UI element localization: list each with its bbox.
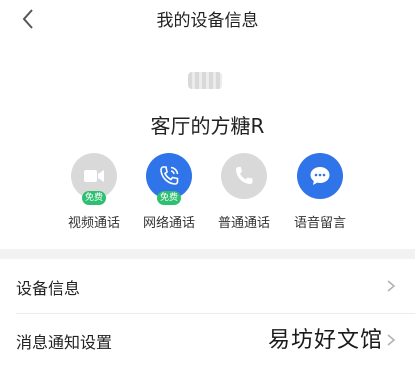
chevron-right-icon bbox=[387, 334, 396, 346]
chevron-right-icon bbox=[387, 280, 396, 292]
normal-call-button[interactable] bbox=[221, 153, 267, 199]
voice-message-label: 语音留言 bbox=[293, 216, 346, 231]
free-badge: 免费 bbox=[157, 191, 181, 205]
phone-wifi-icon bbox=[160, 166, 179, 185]
video-camera-icon bbox=[84, 170, 104, 182]
menu-item-device-info[interactable]: 设备信息 bbox=[0, 260, 415, 314]
page-title: 我的设备信息 bbox=[156, 11, 259, 31]
device-image bbox=[188, 72, 222, 89]
device-name: 客厅的方糖R bbox=[150, 114, 265, 138]
menu-item-label: 设备信息 bbox=[16, 279, 81, 298]
voice-message-button[interactable] bbox=[297, 153, 343, 199]
watermark: 易坊好文馆 bbox=[268, 328, 384, 353]
section-divider bbox=[0, 249, 415, 259]
top-bar: 我的设备信息 bbox=[0, 0, 415, 40]
voice-message-action[interactable]: 语音留言 bbox=[275, 150, 365, 240]
free-badge: 免费 bbox=[82, 191, 106, 205]
menu-item-label: 消息通知设置 bbox=[16, 333, 113, 352]
chat-bubble-icon bbox=[310, 167, 330, 185]
call-actions: 免费 视频通话 免费 网络通话 普通通话 语音留言 bbox=[0, 150, 415, 240]
phone-icon bbox=[236, 167, 253, 184]
